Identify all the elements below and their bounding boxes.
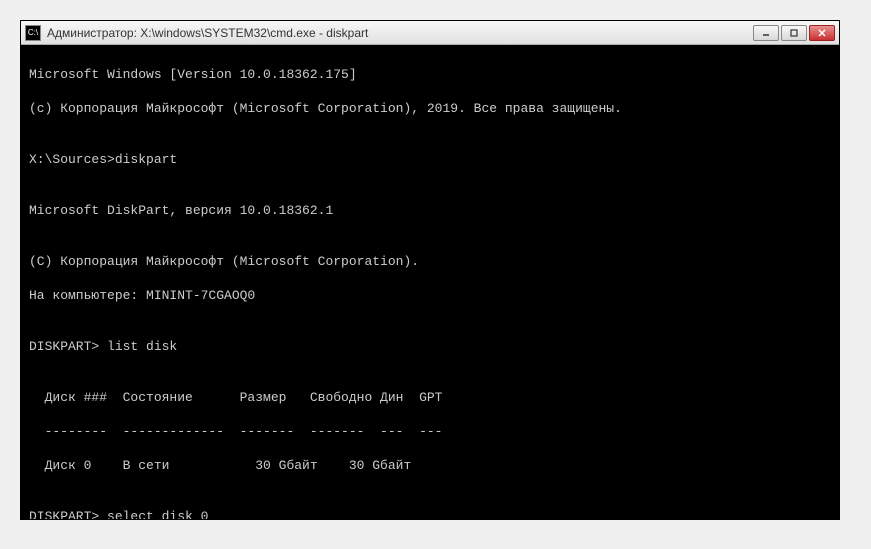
- terminal-line: DISKPART> select disk 0: [29, 508, 831, 519]
- terminal-line: Диск 0 В сети 30 Gбайт 30 Gбайт: [29, 457, 831, 474]
- maximize-button[interactable]: [781, 25, 807, 41]
- terminal-line: Microsoft DiskPart, версия 10.0.18362.1: [29, 202, 831, 219]
- terminal-output[interactable]: Microsoft Windows [Version 10.0.18362.17…: [21, 45, 839, 519]
- terminal-line: DISKPART> list disk: [29, 338, 831, 355]
- terminal-line: -------- ------------- ------- ------- -…: [29, 423, 831, 440]
- terminal-line: Диск ### Состояние Размер Свободно Дин G…: [29, 389, 831, 406]
- minimize-button[interactable]: [753, 25, 779, 41]
- window-title: Администратор: X:\windows\SYSTEM32\cmd.e…: [47, 26, 753, 40]
- terminal-line: (C) Корпорация Майкрософт (Microsoft Cor…: [29, 253, 831, 270]
- terminal-line: (c) Корпорация Майкрософт (Microsoft Cor…: [29, 100, 831, 117]
- window-controls: [753, 25, 835, 41]
- titlebar[interactable]: C:\ Администратор: X:\windows\SYSTEM32\c…: [21, 21, 839, 45]
- close-button[interactable]: [809, 25, 835, 41]
- terminal-line: X:\Sources>diskpart: [29, 151, 831, 168]
- terminal-line: Microsoft Windows [Version 10.0.18362.17…: [29, 66, 831, 83]
- cmd-window: C:\ Администратор: X:\windows\SYSTEM32\c…: [20, 20, 840, 520]
- terminal-line: На компьютере: MININT-7CGAOQ0: [29, 287, 831, 304]
- cmd-icon: C:\: [25, 25, 41, 41]
